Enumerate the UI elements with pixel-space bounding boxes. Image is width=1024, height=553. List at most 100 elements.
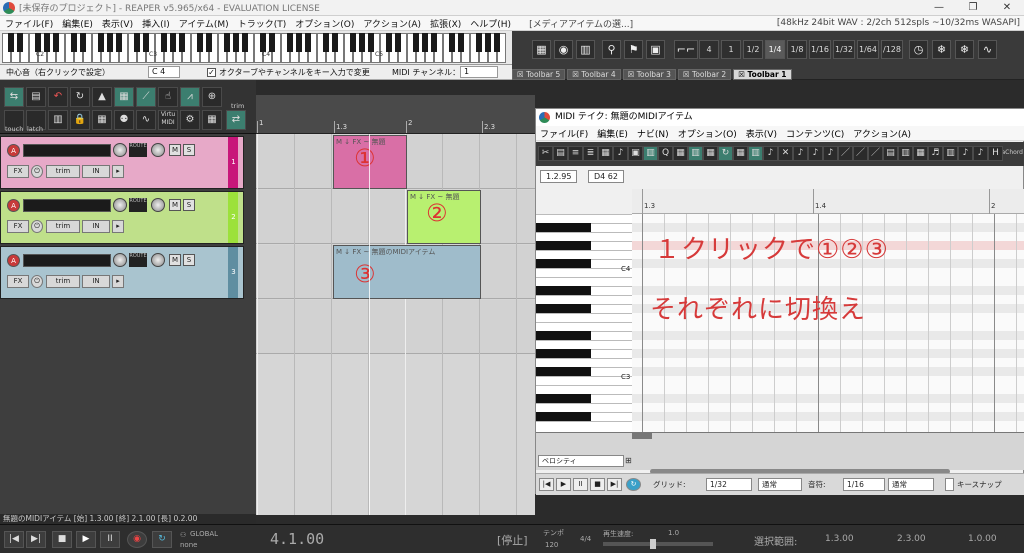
record-button[interactable]: ◉ xyxy=(127,531,147,548)
cc-lane-select[interactable]: ベロシティ xyxy=(538,455,624,467)
black-key[interactable] xyxy=(287,33,293,52)
midi-pause-button[interactable]: II xyxy=(573,478,588,491)
lock-icon[interactable]: 🔒 xyxy=(70,110,90,130)
input-button[interactable]: IN xyxy=(82,275,110,288)
snap-icon[interactable]: ▦ xyxy=(114,87,134,107)
selection-length[interactable]: 1.0.00 xyxy=(968,534,997,544)
grid-button-1-2[interactable]: 1/2 xyxy=(743,40,763,59)
black-key[interactable] xyxy=(494,33,500,52)
piano-black-key[interactable] xyxy=(536,394,591,403)
hand-icon[interactable]: ☝ xyxy=(158,87,178,107)
octave-channel-checkbox[interactable]: ✓ xyxy=(207,68,216,77)
volume-knob[interactable] xyxy=(113,143,127,157)
clock-icon[interactable]: ◷ xyxy=(909,40,928,59)
selection-start[interactable]: 1.3.00 xyxy=(825,534,854,544)
grid-button-1-16[interactable]: 1/16 xyxy=(809,40,831,59)
grid-small-icon[interactable]: ▦ xyxy=(202,110,222,130)
keysnap-checkbox[interactable] xyxy=(945,478,954,491)
black-key[interactable] xyxy=(44,33,50,52)
midi-tool-icon[interactable]: ♬ xyxy=(928,146,943,161)
black-key[interactable] xyxy=(296,33,302,52)
crosshair-icon[interactable]: ⊕ xyxy=(202,87,222,107)
midi-menu-contents[interactable]: コンテンツ(C) xyxy=(782,127,849,140)
metronome-icon[interactable]: ◉ xyxy=(554,40,573,59)
people-icon[interactable]: ⚉ xyxy=(114,110,134,130)
midi-tool-icon[interactable]: ≡ xyxy=(568,146,583,161)
timeline-ruler[interactable]: 1 1.3 2 2.3 xyxy=(256,95,535,134)
track-header[interactable]: A ROUTE M S FX ⏻ trim IN ▸ 2 xyxy=(0,191,244,244)
record-arm-button[interactable]: A xyxy=(7,199,20,212)
midi-tool-icon[interactable]: ✂ xyxy=(538,146,553,161)
black-key[interactable] xyxy=(233,33,239,52)
midi-tool-icon[interactable]: ▤ xyxy=(553,146,568,161)
track-name-field[interactable] xyxy=(23,199,111,212)
monitor-button[interactable]: ▸ xyxy=(112,165,124,178)
piano-keys[interactable]: C4 C3 xyxy=(536,214,632,432)
midi-tool-icon[interactable]: ▦ xyxy=(733,146,748,161)
solo-button[interactable]: S xyxy=(183,199,195,211)
midi-tool-icon[interactable]: ≣ xyxy=(583,146,598,161)
go-to-end-button[interactable]: ▶| xyxy=(26,531,46,548)
menu-actions[interactable]: アクション(A) xyxy=(358,17,425,30)
transport-position[interactable]: 4.1.00 xyxy=(270,530,324,548)
pan-knob[interactable] xyxy=(151,253,165,267)
midi-tool-icon[interactable]: ▥ xyxy=(748,146,763,161)
route-button[interactable]: ROUTE xyxy=(129,198,147,212)
input-button[interactable]: IN xyxy=(82,165,110,178)
black-key[interactable] xyxy=(422,33,428,52)
go-to-start-button[interactable]: |◀ xyxy=(4,531,24,548)
pan-knob[interactable] xyxy=(151,143,165,157)
track-name-field[interactable] xyxy=(23,144,111,157)
metronome-small-icon[interactable]: ▲ xyxy=(92,87,112,107)
track-header[interactable]: A ROUTE M S FX ⏻ trim IN ▸ 3 xyxy=(0,246,244,299)
playrate-slider[interactable] xyxy=(603,542,713,546)
envelope-icon[interactable]: ⟋ xyxy=(136,87,156,107)
grid-button-1-8[interactable]: 1/8 xyxy=(787,40,807,59)
tab-toolbar-2[interactable]: ☒ Toolbar 2 xyxy=(677,69,732,80)
loop-icon[interactable]: ↻ xyxy=(70,87,90,107)
midi-tool-icon[interactable]: ▤ xyxy=(883,146,898,161)
undo-icon[interactable]: ↶ xyxy=(48,87,68,107)
piano-black-key[interactable] xyxy=(536,241,591,250)
menu-help[interactable]: ヘルプ(H) xyxy=(465,17,515,30)
midi-menu-file[interactable]: ファイル(F) xyxy=(536,127,593,140)
midi-tool-icon[interactable]: ▥ xyxy=(643,146,658,161)
marker-icon[interactable]: ⚑ xyxy=(624,40,643,59)
solo-button[interactable]: S xyxy=(183,254,195,266)
menu-item[interactable]: アイテム(M) xyxy=(174,17,233,30)
midi-tool-icon[interactable]: ♪ xyxy=(763,146,778,161)
black-key[interactable] xyxy=(35,33,41,52)
snowflake-icon[interactable]: ❄ xyxy=(932,40,951,59)
menu-view[interactable]: 表示(V) xyxy=(97,17,137,30)
grid-view-icon[interactable]: ▥ xyxy=(576,40,595,59)
new-project-icon[interactable]: ▤ xyxy=(26,87,46,107)
tab-toolbar-4[interactable]: ☒ Toolbar 4 xyxy=(567,69,621,80)
fx-button[interactable]: FX xyxy=(7,165,29,178)
menu-insert[interactable]: 挿入(I) xyxy=(137,17,174,30)
stop-button[interactable]: ■ xyxy=(52,531,72,548)
trim-automation-button[interactable]: trim xyxy=(46,165,80,178)
track-lane[interactable] xyxy=(256,300,535,354)
midi-tool-icon[interactable]: ▦ xyxy=(703,146,718,161)
record-arm-button[interactable]: A xyxy=(7,254,20,267)
route-icon[interactable]: ⇄ xyxy=(226,110,246,130)
piano-black-key[interactable] xyxy=(536,259,591,268)
track-name-field[interactable] xyxy=(23,254,111,267)
arrange-view[interactable]: 1 1.3 2 2.3 M ↓ FX ~ 無題 ① M ↓ FX ~ 無題 ② M ↓ FX … xyxy=(256,95,535,515)
midi-tool-icon[interactable]: ▥ xyxy=(943,146,958,161)
piano-black-key[interactable] xyxy=(536,304,591,313)
route-button[interactable]: ROUTE xyxy=(129,143,147,157)
black-key[interactable] xyxy=(98,33,104,52)
piano-black-key[interactable] xyxy=(536,412,591,421)
midi-tool-icon[interactable]: H xyxy=(988,146,1003,161)
volume-knob[interactable] xyxy=(113,198,127,212)
midi-rewind-button[interactable]: |◀ xyxy=(539,478,554,491)
center-note-field[interactable]: C 4 xyxy=(148,66,180,78)
cc-lane[interactable]: ベロシティ ⊞ xyxy=(536,432,1024,474)
black-key[interactable] xyxy=(80,33,86,52)
audio-device-info[interactable]: [48kHz 24bit WAV : 2/2ch 512spls ~10/32m… xyxy=(777,18,1020,28)
black-key[interactable] xyxy=(476,33,482,52)
midi-ruler[interactable]: 1.3 1.4 2 xyxy=(632,189,1024,214)
track-header[interactable]: A ROUTE M S FX ⏻ trim IN ▸ 1 xyxy=(0,136,244,189)
monitor-button[interactable]: ▸ xyxy=(112,220,124,233)
